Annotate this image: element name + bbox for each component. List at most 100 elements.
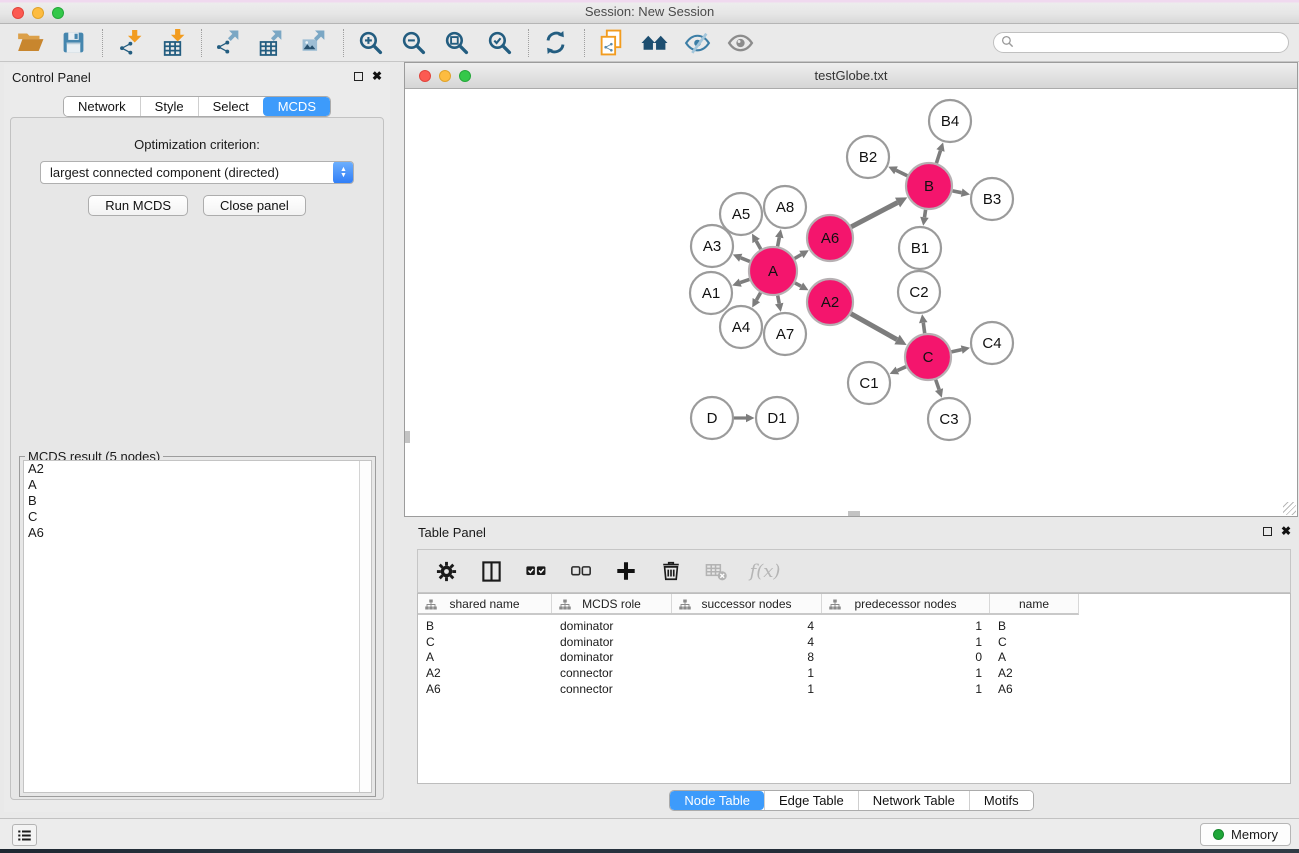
cell-shared-name[interactable]: A6 <box>418 682 552 696</box>
add-row-icon[interactable] <box>613 558 639 584</box>
mcds-result-item-a[interactable]: A <box>24 477 371 493</box>
graph-node-C2[interactable]: C2 <box>898 271 940 313</box>
graph-edge-A-A1[interactable] <box>740 279 749 282</box>
cell-MCDS-role[interactable]: connector <box>552 682 672 696</box>
tab-style[interactable]: Style <box>140 97 198 116</box>
graph-node-C4[interactable]: C4 <box>971 322 1013 364</box>
graph-edge-B-B1[interactable] <box>925 210 926 218</box>
float-table-panel-icon[interactable] <box>1263 527 1272 536</box>
copy-network-icon[interactable] <box>595 28 627 58</box>
graph-edge-B-B2[interactable] <box>896 170 907 175</box>
graph-edge-A-A3[interactable] <box>741 258 750 262</box>
graph-edge-A-A8[interactable] <box>778 238 780 247</box>
home-layout-icon[interactable] <box>638 28 670 58</box>
mcds-result-list[interactable]: A2ABCA6 <box>23 460 372 793</box>
import-network-icon[interactable] <box>113 28 145 58</box>
search-input[interactable] <box>1019 35 1288 51</box>
graph-edge-C-C1[interactable] <box>897 367 906 371</box>
export-network-icon[interactable] <box>212 28 244 58</box>
graph-edge-B-B3[interactable] <box>953 191 962 193</box>
graph-edge-A-A2[interactable] <box>795 283 801 286</box>
search-field[interactable] <box>993 32 1289 53</box>
zoom-fit-icon[interactable] <box>440 28 472 58</box>
close-panel-button[interactable]: Close panel <box>203 195 306 216</box>
zoom-selected-icon[interactable] <box>483 28 515 58</box>
mcds-result-item-c[interactable]: C <box>24 509 371 525</box>
graph-node-B3[interactable]: B3 <box>971 178 1013 220</box>
cell-name[interactable]: C <box>990 635 1078 649</box>
network-graph[interactable]: AA1A2A3A4A5A6A7A8BB1B2B3B4CC1C2C3C4DD1 <box>405 89 1297 516</box>
graph-node-B[interactable]: B <box>906 163 952 209</box>
column-header-shared-name[interactable]: shared name <box>418 594 552 613</box>
export-table-icon[interactable] <box>255 28 287 58</box>
graph-edge-A-A6[interactable] <box>795 255 802 259</box>
graph-node-A5[interactable]: A5 <box>720 193 762 235</box>
column-header-name[interactable]: name <box>990 594 1078 613</box>
graph-node-A8[interactable]: A8 <box>764 186 806 228</box>
column-header-predecessor-nodes[interactable]: predecessor nodes <box>822 594 990 613</box>
select-all-icon[interactable] <box>523 558 549 584</box>
graph-edge-C-C2[interactable] <box>923 323 924 334</box>
table-row-1[interactable]: Cdominator41C <box>418 634 1290 650</box>
cell-shared-name[interactable]: A2 <box>418 666 552 680</box>
graph-node-B4[interactable]: B4 <box>929 100 971 142</box>
graph-edge-A-A7[interactable] <box>778 296 780 304</box>
cell-shared-name[interactable]: B <box>418 619 552 633</box>
cell-MCDS-role[interactable]: dominator <box>552 635 672 649</box>
columns-icon[interactable] <box>478 558 504 584</box>
cell-predecessor-nodes[interactable]: 0 <box>822 650 990 664</box>
graph-node-C1[interactable]: C1 <box>848 362 890 404</box>
graph-node-A3[interactable]: A3 <box>691 225 733 267</box>
mcds-result-item-b[interactable]: B <box>24 493 371 509</box>
cell-shared-name[interactable]: C <box>418 635 552 649</box>
float-panel-icon[interactable] <box>354 72 363 81</box>
mcds-result-item-a6[interactable]: A6 <box>24 525 371 541</box>
tab-network[interactable]: Network <box>64 97 140 116</box>
cell-successor-nodes[interactable]: 4 <box>672 635 822 649</box>
hide-selected-icon[interactable] <box>681 28 713 58</box>
deselect-all-icon[interactable] <box>568 558 594 584</box>
vertical-scroll-nub[interactable] <box>405 431 410 443</box>
cell-predecessor-nodes[interactable]: 1 <box>822 619 990 633</box>
task-history-button[interactable] <box>12 824 37 846</box>
column-header-MCDS-role[interactable]: MCDS role <box>552 594 672 613</box>
settings-gear-icon[interactable] <box>433 558 459 584</box>
graph-node-A6[interactable]: A6 <box>807 215 853 261</box>
graph-edge-B-B4[interactable] <box>936 151 940 164</box>
cell-successor-nodes[interactable]: 1 <box>672 666 822 680</box>
cell-name[interactable]: B <box>990 619 1078 633</box>
cell-predecessor-nodes[interactable]: 1 <box>822 682 990 696</box>
open-file-icon[interactable] <box>14 28 46 58</box>
delete-row-icon[interactable] <box>658 558 684 584</box>
graph-node-B2[interactable]: B2 <box>847 136 889 178</box>
graph-edge-A2-C[interactable] <box>851 314 897 340</box>
tab-select[interactable]: Select <box>198 97 263 116</box>
cell-successor-nodes[interactable]: 1 <box>672 682 822 696</box>
table-row-2[interactable]: Adominator80A <box>418 650 1290 666</box>
resize-grip[interactable] <box>1283 502 1296 515</box>
import-table-icon[interactable] <box>156 28 188 58</box>
graph-node-A4[interactable]: A4 <box>720 306 762 348</box>
cell-successor-nodes[interactable]: 4 <box>672 619 822 633</box>
table-tab-edge-table[interactable]: Edge Table <box>764 791 858 810</box>
cell-name[interactable]: A2 <box>990 666 1078 680</box>
close-table-panel-icon[interactable]: ✖ <box>1281 526 1291 536</box>
export-image-icon[interactable] <box>298 28 330 58</box>
cell-predecessor-nodes[interactable]: 1 <box>822 666 990 680</box>
table-tab-motifs[interactable]: Motifs <box>969 791 1033 810</box>
cell-shared-name[interactable]: A <box>418 650 552 664</box>
graph-edge-C-C3[interactable] <box>936 380 939 390</box>
graph-node-C[interactable]: C <box>905 334 951 380</box>
refresh-icon[interactable] <box>539 28 571 58</box>
cell-MCDS-role[interactable]: connector <box>552 666 672 680</box>
save-session-icon[interactable] <box>57 28 89 58</box>
zoom-out-icon[interactable] <box>397 28 429 58</box>
run-mcds-button[interactable]: Run MCDS <box>88 195 188 216</box>
graph-node-A2[interactable]: A2 <box>807 279 853 325</box>
graph-edge-A6-B[interactable] <box>851 203 897 227</box>
cell-MCDS-role[interactable]: dominator <box>552 650 672 664</box>
horizontal-scroll-nub[interactable] <box>848 511 860 516</box>
graph-edge-C-C4[interactable] <box>951 350 961 352</box>
graph-edge-A-A5[interactable] <box>756 241 761 249</box>
table-tab-network-table[interactable]: Network Table <box>858 791 969 810</box>
